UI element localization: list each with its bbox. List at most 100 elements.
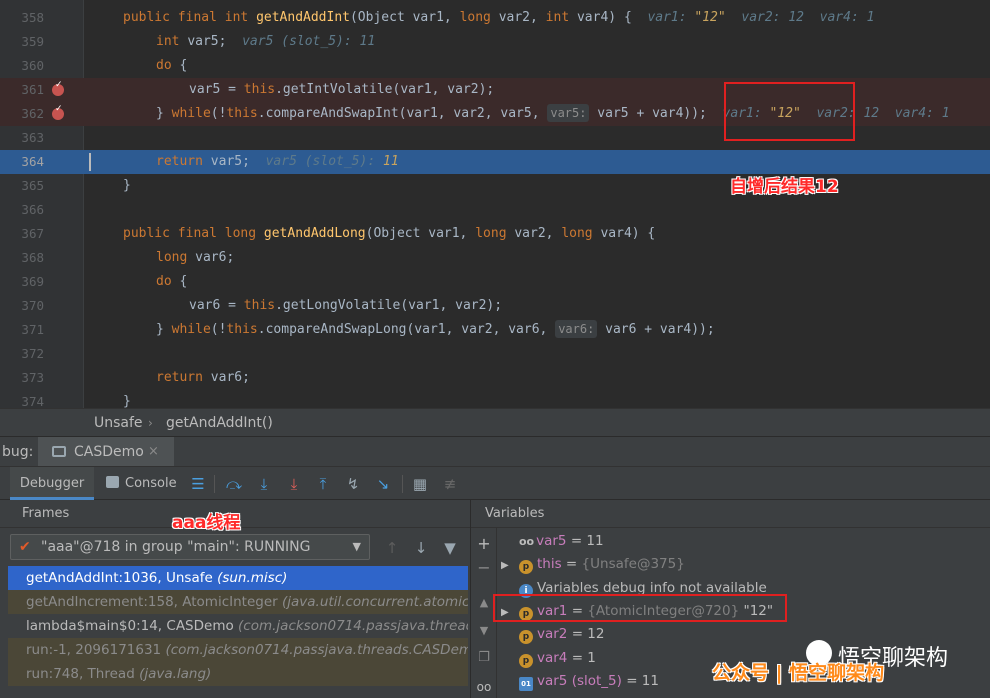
code-token: var5;: [210, 154, 266, 169]
variable-name: var2: [537, 626, 568, 643]
variable-row[interactable]: p var2 = 12: [501, 623, 604, 646]
line-number[interactable]: 372: [0, 342, 44, 366]
line-number[interactable]: 363: [0, 126, 44, 150]
tab-debugger[interactable]: Debugger: [10, 467, 94, 500]
code-line[interactable]: 366: [0, 198, 990, 222]
code-token: {: [179, 58, 188, 73]
line-number[interactable]: 368: [0, 246, 44, 270]
code-token: this: [243, 82, 276, 97]
line-number[interactable]: 358: [0, 6, 44, 30]
code-token: }: [156, 106, 172, 121]
filter-icon[interactable]: ▼: [440, 538, 460, 558]
line-number[interactable]: 359: [0, 30, 44, 54]
code-editor[interactable]: 358 public final int getAndAddInt(Object …: [0, 0, 990, 408]
code-line[interactable]: 358 public final int getAndAddInt(Object …: [0, 6, 990, 30]
frame-method: getAndAddInt:1036, Unsafe: [26, 570, 218, 586]
line-number[interactable]: 365: [0, 174, 44, 198]
code-token: public final int: [123, 10, 257, 25]
move-down-icon[interactable]: ▼: [471, 624, 497, 637]
code-token: var6 =: [189, 298, 244, 313]
parameter-icon: p: [519, 630, 533, 645]
copy-icon[interactable]: ❐: [471, 650, 497, 665]
frame-item[interactable]: lambda$main$0:14, CASDemo (com.jackson07…: [8, 614, 468, 638]
tab-label: CASDemo: [74, 444, 144, 460]
variable-value: = 11: [566, 533, 604, 549]
arrow-down-icon[interactable]: ↓: [411, 538, 431, 558]
variable-row[interactable]: 01 var5 (slot_5) = 11: [501, 670, 659, 693]
line-number[interactable]: 366: [0, 198, 44, 222]
tab-console[interactable]: Console: [106, 467, 177, 500]
step-out-icon[interactable]: ⤒: [311, 467, 335, 501]
remove-watch-icon[interactable]: −: [471, 558, 497, 577]
breadcrumb-class[interactable]: Unsafe: [94, 409, 143, 437]
code-token: public final long: [123, 226, 264, 241]
debug-label: bug:: [2, 444, 34, 460]
line-number[interactable]: 371: [0, 318, 44, 342]
run-to-cursor-icon[interactable]: ↘: [371, 467, 395, 501]
line-number[interactable]: 362: [0, 102, 44, 126]
code-text: }: [123, 390, 131, 408]
evaluate-expression-icon[interactable]: ▦: [408, 467, 432, 501]
line-number[interactable]: 370: [0, 294, 44, 318]
variable-row[interactable]: p var4 = 1: [501, 647, 596, 670]
code-line[interactable]: 369 do {: [0, 270, 990, 294]
code-line[interactable]: 360 do {: [0, 54, 990, 78]
line-number[interactable]: 367: [0, 222, 44, 246]
close-icon[interactable]: ×: [148, 437, 159, 467]
thread-select[interactable]: ✔ "aaa"@718 in group "main": RUNNING ▼: [10, 534, 370, 560]
frame-item[interactable]: run:748, Thread (java.lang): [8, 662, 468, 686]
code-line[interactable]: 370 var6 = this.getLongVolatile(var1, var…: [0, 294, 990, 318]
line-number[interactable]: 364: [0, 150, 44, 174]
glasses-icon[interactable]: oo: [471, 680, 497, 694]
add-watch-icon[interactable]: +: [471, 534, 497, 553]
text-caret: [89, 153, 91, 171]
code-line[interactable]: 372: [0, 342, 990, 366]
code-text: } while(!this.compareAndSwapLong(var1, v…: [156, 318, 715, 342]
code-token: long: [475, 226, 515, 241]
code-token: .getIntVolatile(var1, var2);: [275, 82, 495, 97]
annotation-result: 自增后结果12: [730, 177, 839, 197]
code-line[interactable]: 368 long var6;: [0, 246, 990, 270]
frame-item[interactable]: getAndIncrement:158, AtomicInteger (java…: [8, 590, 468, 614]
variable-row[interactable]: ▶ p this = {Unsafe@375}: [501, 553, 685, 576]
code-line[interactable]: 365}: [0, 174, 990, 198]
force-step-into-icon[interactable]: ⤓: [282, 467, 306, 501]
code-line[interactable]: 367 public final long getAndAddLong(Objec…: [0, 222, 990, 246]
code-line[interactable]: 359 int var5; var5 (slot_5): 11: [0, 30, 990, 54]
show-execution-point-icon[interactable]: ☰: [186, 467, 210, 501]
breakpoint-icon[interactable]: [52, 104, 64, 120]
step-over-icon[interactable]: ⤼: [222, 467, 246, 501]
arrow-up-icon[interactable]: ↑: [382, 538, 402, 558]
trace-icon[interactable]: ≢: [438, 467, 462, 501]
line-number[interactable]: 373: [0, 366, 44, 390]
line-number[interactable]: 360: [0, 54, 44, 78]
parameter-icon: p: [519, 560, 533, 575]
step-into-icon[interactable]: ⤓: [252, 467, 276, 501]
breakpoint-icon[interactable]: [52, 80, 64, 96]
line-number[interactable]: 369: [0, 270, 44, 294]
code-text: }: [123, 174, 131, 198]
toolbar-divider: [214, 475, 215, 493]
code-line[interactable]: 373 return var6;: [0, 366, 990, 390]
line-number[interactable]: 361: [0, 78, 44, 102]
variables-header: Variables: [471, 500, 990, 528]
code-line[interactable]: 374}: [0, 390, 990, 408]
code-text: do {: [156, 270, 187, 294]
watch-glasses-icon: oo: [519, 535, 535, 548]
code-token: }: [123, 178, 131, 193]
frame-package: (com.jackson0714.passjava.threads.CASDem…: [165, 642, 468, 658]
expand-arrow-icon[interactable]: ▶: [501, 554, 519, 577]
tab-casdemo[interactable]: CASDemo ×: [38, 437, 174, 467]
highlight-box-var1: [724, 82, 855, 141]
frame-item[interactable]: getAndAddInt:1036, Unsafe (sun.misc): [8, 566, 468, 590]
frame-item[interactable]: run:-1, 2096171631 (com.jackson0714.pass…: [8, 638, 468, 662]
variable-row[interactable]: oo var5 = 11: [501, 530, 604, 553]
code-line[interactable]: 364 return var5; var5 (slot_5): 11: [0, 150, 990, 174]
code-line[interactable]: 371 } while(!this.compareAndSwapLong(var1…: [0, 318, 990, 342]
drop-frame-icon[interactable]: ↯: [341, 467, 365, 501]
line-number[interactable]: 374: [0, 390, 44, 408]
breadcrumb-method[interactable]: getAndAddInt(): [166, 409, 273, 437]
code-text: var6 = this.getLongVolatile(var1, var2);: [189, 294, 502, 318]
code-text: long var6;: [156, 246, 234, 270]
code-text: var5 = this.getIntVolatile(var1, var2);: [189, 78, 494, 102]
